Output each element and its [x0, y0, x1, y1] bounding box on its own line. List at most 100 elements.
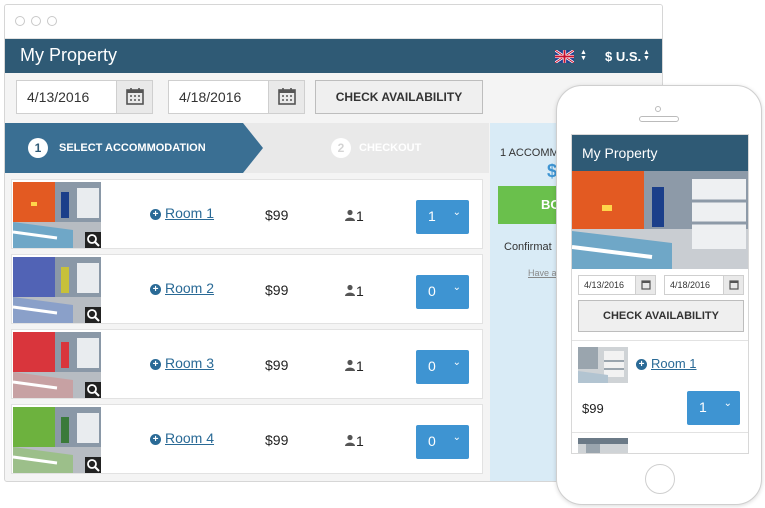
room-row: + Room 1 $99 1 1 ⌄ [11, 179, 483, 249]
calendar-icon[interactable] [116, 81, 152, 113]
room-price: $99 [265, 282, 289, 298]
uk-flag-icon[interactable] [555, 50, 574, 63]
guest-count: 1 [344, 358, 364, 374]
chevron-down-icon: ⌄ [452, 357, 461, 368]
currency-selector[interactable]: $ U.S. [605, 49, 641, 64]
mobile-checkin-field[interactable]: 4/13/2016 [578, 275, 656, 295]
checkout-date-value: 4/18/2016 [179, 89, 242, 105]
mobile-room-photo[interactable] [578, 438, 628, 453]
room-name: Room 2 [165, 280, 215, 296]
person-icon [345, 434, 355, 446]
plus-icon: + [150, 359, 161, 370]
guest-count-value: 1 [356, 283, 364, 299]
mobile-checkout-field[interactable]: 4/18/2016 [664, 275, 744, 295]
room-photo[interactable] [13, 257, 101, 323]
zoom-icon[interactable] [85, 457, 101, 473]
phone-camera [655, 106, 661, 112]
quantity-select[interactable]: 0 ⌄ [416, 275, 469, 309]
quantity-value: 0 [428, 433, 436, 449]
room-photo[interactable] [13, 332, 101, 398]
calendar-icon[interactable] [635, 276, 655, 294]
plus-icon: + [636, 359, 647, 370]
room-row: + Room 2 $99 1 0 ⌄ [11, 254, 483, 324]
room-link[interactable]: + Room 1 [150, 205, 214, 221]
person-icon [345, 209, 355, 221]
quantity-select[interactable]: 1 ⌄ [416, 200, 469, 234]
promo-link[interactable]: Have a [528, 268, 557, 278]
phone-home-button[interactable] [645, 464, 675, 494]
plus-icon: + [150, 209, 161, 220]
person-icon [345, 284, 355, 296]
mobile-quantity-select[interactable]: 1 ⌄ [687, 391, 740, 425]
quantity-value: 0 [428, 283, 436, 299]
property-title: My Property [20, 45, 118, 65]
calendar-icon[interactable] [723, 276, 743, 294]
room-row: + Room 4 $99 1 0 ⌄ [11, 404, 483, 474]
mobile-checkout-value: 4/18/2016 [670, 280, 711, 290]
step-2-label[interactable]: CHECKOUT [359, 142, 421, 154]
mobile-room-name: Room 1 [651, 356, 697, 371]
zoom-icon[interactable] [85, 307, 101, 323]
divider [572, 432, 748, 433]
header-bar: My Property ▲ ▼ $ U.S. ▲ ▼ [5, 39, 662, 73]
plus-icon: + [150, 284, 161, 295]
zoom-icon[interactable] [85, 232, 101, 248]
window-chrome [5, 5, 662, 39]
mobile-quantity-value: 1 [699, 399, 707, 415]
guest-count: 1 [344, 283, 364, 299]
guest-count-value: 1 [356, 208, 364, 224]
guest-count-value: 1 [356, 358, 364, 374]
room-price: $99 [265, 357, 289, 373]
room-price: $99 [265, 207, 289, 223]
mobile-screen: My Property 4/13/2016 4/18/2016 CHECK AV… [571, 134, 749, 454]
guest-count: 1 [344, 208, 364, 224]
mobile-checkin-value: 4/13/2016 [584, 280, 625, 290]
quantity-value: 0 [428, 358, 436, 374]
guest-count-value: 1 [356, 433, 364, 449]
step-2-number: 2 [331, 138, 351, 158]
checkout-date-field[interactable]: 4/18/2016 [168, 80, 305, 114]
confirmation-text: Confirmat [504, 241, 552, 253]
chevron-down-icon: ⌄ [452, 207, 461, 218]
room-photo[interactable] [13, 407, 101, 473]
step-1-label[interactable]: SELECT ACCOMMODATION [59, 142, 206, 154]
mobile-header: My Property [572, 135, 748, 171]
check-availability-button[interactable]: CHECK AVAILABILITY [315, 80, 483, 114]
quantity-select[interactable]: 0 ⌄ [416, 350, 469, 384]
checkin-date-field[interactable]: 4/13/2016 [16, 80, 153, 114]
checkin-date-value: 4/13/2016 [27, 89, 90, 105]
zoom-icon[interactable] [85, 382, 101, 398]
guest-count: 1 [344, 433, 364, 449]
quantity-select[interactable]: 0 ⌄ [416, 425, 469, 459]
room-row: + Room 3 $99 1 0 ⌄ [11, 329, 483, 399]
room-link[interactable]: + Room 3 [150, 355, 214, 371]
plus-icon: + [150, 434, 161, 445]
mobile-property-title: My Property [582, 145, 658, 161]
phone-speaker [639, 116, 679, 122]
chevron-down-icon: ⌄ [723, 398, 732, 409]
room-price: $99 [265, 432, 289, 448]
room-link[interactable]: + Room 2 [150, 280, 214, 296]
room-link[interactable]: + Room 4 [150, 430, 214, 446]
mobile-phone-frame: My Property 4/13/2016 4/18/2016 CHECK AV… [556, 85, 762, 505]
chevron-down-icon: ⌄ [452, 432, 461, 443]
calendar-icon[interactable] [268, 81, 304, 113]
mobile-room-photo[interactable] [578, 347, 628, 383]
room-photo[interactable] [13, 182, 101, 248]
room-name: Room 4 [165, 430, 215, 446]
currency-sort-icon[interactable]: ▲ ▼ [643, 49, 650, 62]
language-sort-icon[interactable]: ▲ ▼ [580, 49, 587, 62]
room-name: Room 1 [165, 205, 215, 221]
mobile-room-price: $99 [582, 401, 604, 416]
mobile-hero-photo[interactable] [572, 171, 748, 269]
mobile-check-availability-button[interactable]: CHECK AVAILABILITY [578, 300, 744, 332]
mobile-room-link[interactable]: + Room 1 [636, 356, 697, 371]
chevron-down-icon: ⌄ [452, 282, 461, 293]
window-dot [15, 16, 25, 26]
step-1-number: 1 [28, 138, 48, 158]
quantity-value: 1 [428, 208, 436, 224]
summary-count: 1 ACCOMM [500, 147, 559, 159]
window-dot [47, 16, 57, 26]
room-name: Room 3 [165, 355, 215, 371]
mobile-room-card: + Room 1 $99 1 ⌄ [572, 340, 748, 440]
